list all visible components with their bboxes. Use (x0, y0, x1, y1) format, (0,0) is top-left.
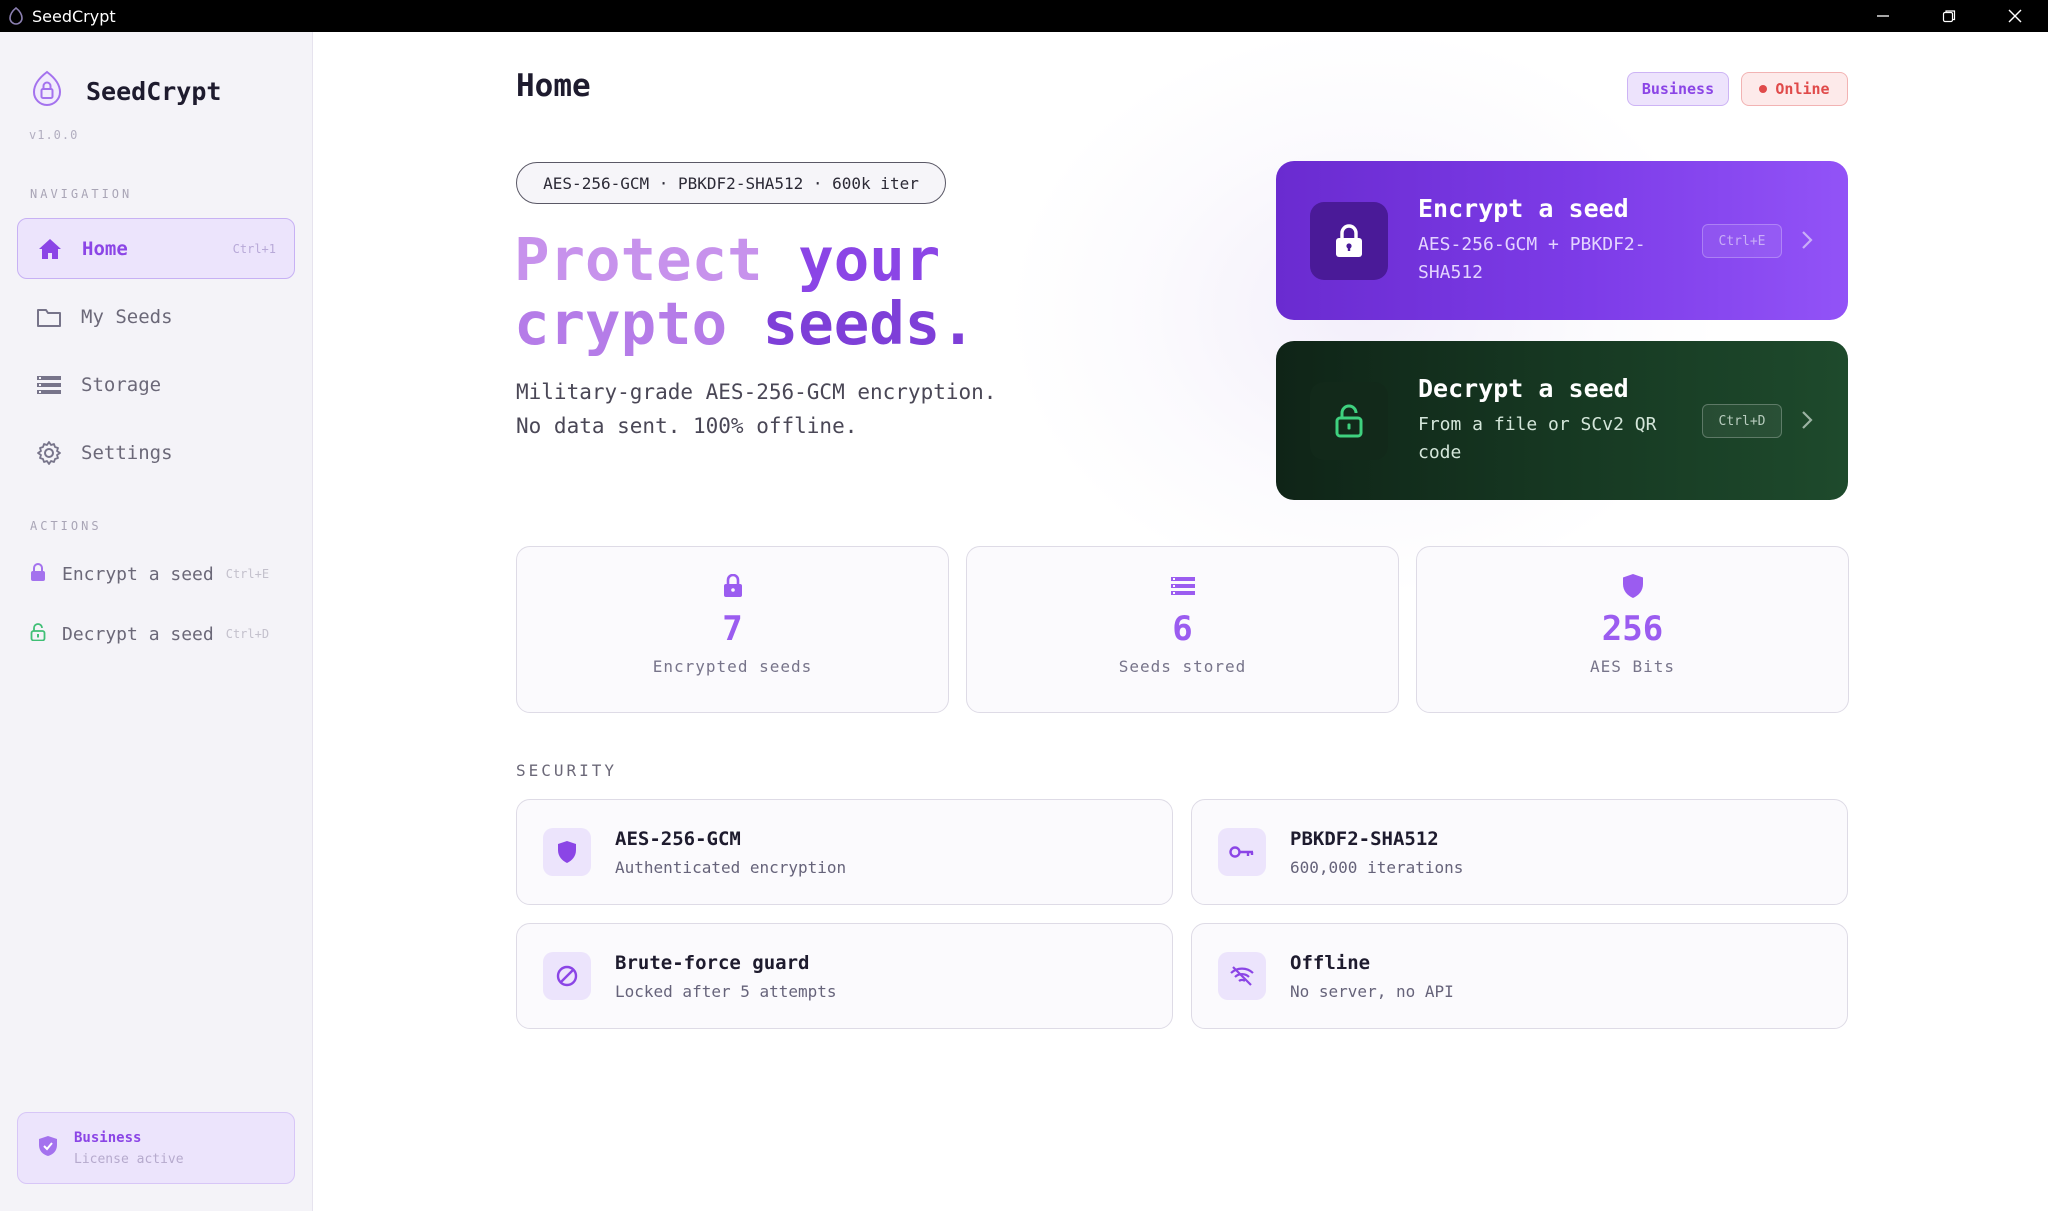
security-section-label: SECURITY (516, 761, 618, 780)
app-version: v1.0.0 (29, 128, 79, 142)
shield-icon (1622, 571, 1644, 601)
security-card-brute-force: Brute-force guard Locked after 5 attempt… (516, 923, 1173, 1029)
lock-icon (1310, 201, 1388, 280)
security-title: PBKDF2-SHA512 (1290, 827, 1439, 850)
storage-icon (1170, 571, 1196, 601)
unlock-icon (30, 622, 46, 646)
hero-word: crypto (514, 289, 728, 358)
hero-heading: Protect your crypto seeds. (514, 228, 976, 356)
window-title: SeedCrypt (32, 6, 116, 26)
brand: SeedCrypt (30, 70, 221, 112)
actions-section-label: ACTIONS (30, 519, 102, 533)
shield-icon (543, 828, 591, 876)
cta-title: Decrypt a seed (1418, 374, 1629, 403)
chevron-right-icon (1800, 409, 1814, 435)
nav-section-label: NAVIGATION (30, 187, 133, 201)
hero-word: Protect (514, 225, 763, 294)
encrypt-seed-button[interactable]: Encrypt a seed AES-256-GCM + PBKDF2-SHA5… (1276, 161, 1848, 320)
key-icon (1218, 828, 1266, 876)
action-label: Encrypt a seed (62, 563, 214, 585)
crypto-spec-pill: AES-256-GCM · PBKDF2-SHA512 · 600k iter (516, 162, 946, 204)
shortcut-hint: Ctrl+1 (232, 241, 276, 256)
status-badge: Online (1741, 72, 1848, 106)
stat-value: 6 (1172, 609, 1193, 649)
security-card-aes: AES-256-GCM Authenticated encryption (516, 799, 1173, 905)
security-subtitle: Authenticated encryption (615, 857, 847, 877)
stat-value: 7 (722, 609, 743, 649)
block-icon (543, 952, 591, 1000)
license-status: License active (74, 1151, 184, 1167)
lock-icon (30, 562, 46, 586)
chevron-right-icon (1800, 229, 1814, 255)
sidebar: SeedCrypt v1.0.0 NAVIGATION Home Ctrl+1 … (0, 32, 313, 1211)
security-title: Offline (1290, 951, 1371, 974)
hero-word: seeds. (762, 289, 976, 358)
stat-card-stored: 6 Seeds stored (966, 546, 1399, 713)
cta-title: Encrypt a seed (1418, 194, 1629, 223)
stat-value: 256 (1601, 609, 1664, 649)
home-icon (36, 235, 64, 263)
shortcut-hint: Ctrl+D (225, 627, 270, 641)
stat-label: Seeds stored (1118, 657, 1247, 676)
minimize-icon[interactable] (1850, 0, 1916, 32)
stat-card-encrypted: 7 Encrypted seeds (516, 546, 949, 713)
security-subtitle: Locked after 5 attempts (615, 981, 837, 1001)
brand-name: SeedCrypt (86, 76, 222, 106)
stat-label: AES Bits (1589, 657, 1676, 676)
security-subtitle: No server, no API (1290, 981, 1454, 1001)
sidebar-item-my-seeds[interactable]: My Seeds (17, 286, 295, 347)
sidebar-item-storage[interactable]: Storage (17, 354, 295, 415)
gear-icon (35, 439, 63, 467)
stat-card-aes-bits: 256 AES Bits (1416, 546, 1849, 713)
shortcut-hint: Ctrl+E (1702, 224, 1782, 258)
sidebar-item-label: My Seeds (81, 305, 173, 328)
hero-subtitle: Military-grade AES-256-GCM encryption. N… (516, 375, 996, 443)
hero-subtitle-line: No data sent. 100% offline. (516, 414, 858, 438)
hero-subtitle-line: Military-grade AES-256-GCM encryption. (516, 380, 997, 404)
stat-label: Encrypted seeds (652, 657, 813, 676)
cta-subtitle: AES-256-GCM + PBKDF2-SHA512 (1418, 234, 1646, 283)
security-title: Brute-force guard (615, 951, 810, 974)
plan-badge: Business (1627, 72, 1729, 106)
storage-icon (35, 371, 63, 399)
shield-check-icon (38, 1135, 58, 1161)
security-card-pbkdf2: PBKDF2-SHA512 600,000 iterations (1191, 799, 1848, 905)
sidebar-action-decrypt[interactable]: Decrypt a seed Ctrl+D (30, 619, 269, 649)
security-title: AES-256-GCM (615, 827, 741, 850)
sidebar-item-label: Storage (81, 373, 162, 396)
license-plan: Business (74, 1129, 142, 1146)
main-content: Home Business Online AES-256-GCM · PBKDF… (314, 32, 2048, 1211)
sidebar-item-home[interactable]: Home Ctrl+1 (17, 218, 295, 279)
sidebar-item-label: Home (82, 237, 128, 260)
status-dot-icon (1759, 85, 1768, 93)
folder-icon (35, 303, 63, 331)
decrypt-seed-button[interactable]: Decrypt a seed From a file or SCv2 QR co… (1276, 341, 1848, 500)
shortcut-hint: Ctrl+D (1702, 404, 1782, 438)
cta-subtitle: From a file or SCv2 QR code (1418, 414, 1657, 463)
unlock-icon (1310, 381, 1388, 460)
wifi-off-icon (1218, 952, 1266, 1000)
status-text: Online (1775, 80, 1830, 98)
shortcut-hint: Ctrl+E (225, 567, 270, 581)
sidebar-item-settings[interactable]: Settings (17, 422, 295, 483)
hero-word: your (798, 225, 941, 294)
title-bar: SeedCrypt (0, 0, 2048, 32)
security-subtitle: 600,000 iterations (1290, 857, 1464, 877)
action-label: Decrypt a seed (62, 623, 214, 645)
license-card[interactable]: Business License active (17, 1112, 295, 1184)
seed-lock-logo-icon (30, 70, 64, 112)
lock-icon (723, 571, 743, 601)
close-icon[interactable] (1982, 0, 2048, 32)
security-card-offline: Offline No server, no API (1191, 923, 1848, 1029)
restore-icon[interactable] (1916, 0, 1982, 32)
sidebar-item-label: Settings (81, 441, 173, 464)
page-title: Home (516, 68, 591, 104)
app-logo-icon (0, 0, 32, 32)
sidebar-action-encrypt[interactable]: Encrypt a seed Ctrl+E (30, 559, 269, 589)
